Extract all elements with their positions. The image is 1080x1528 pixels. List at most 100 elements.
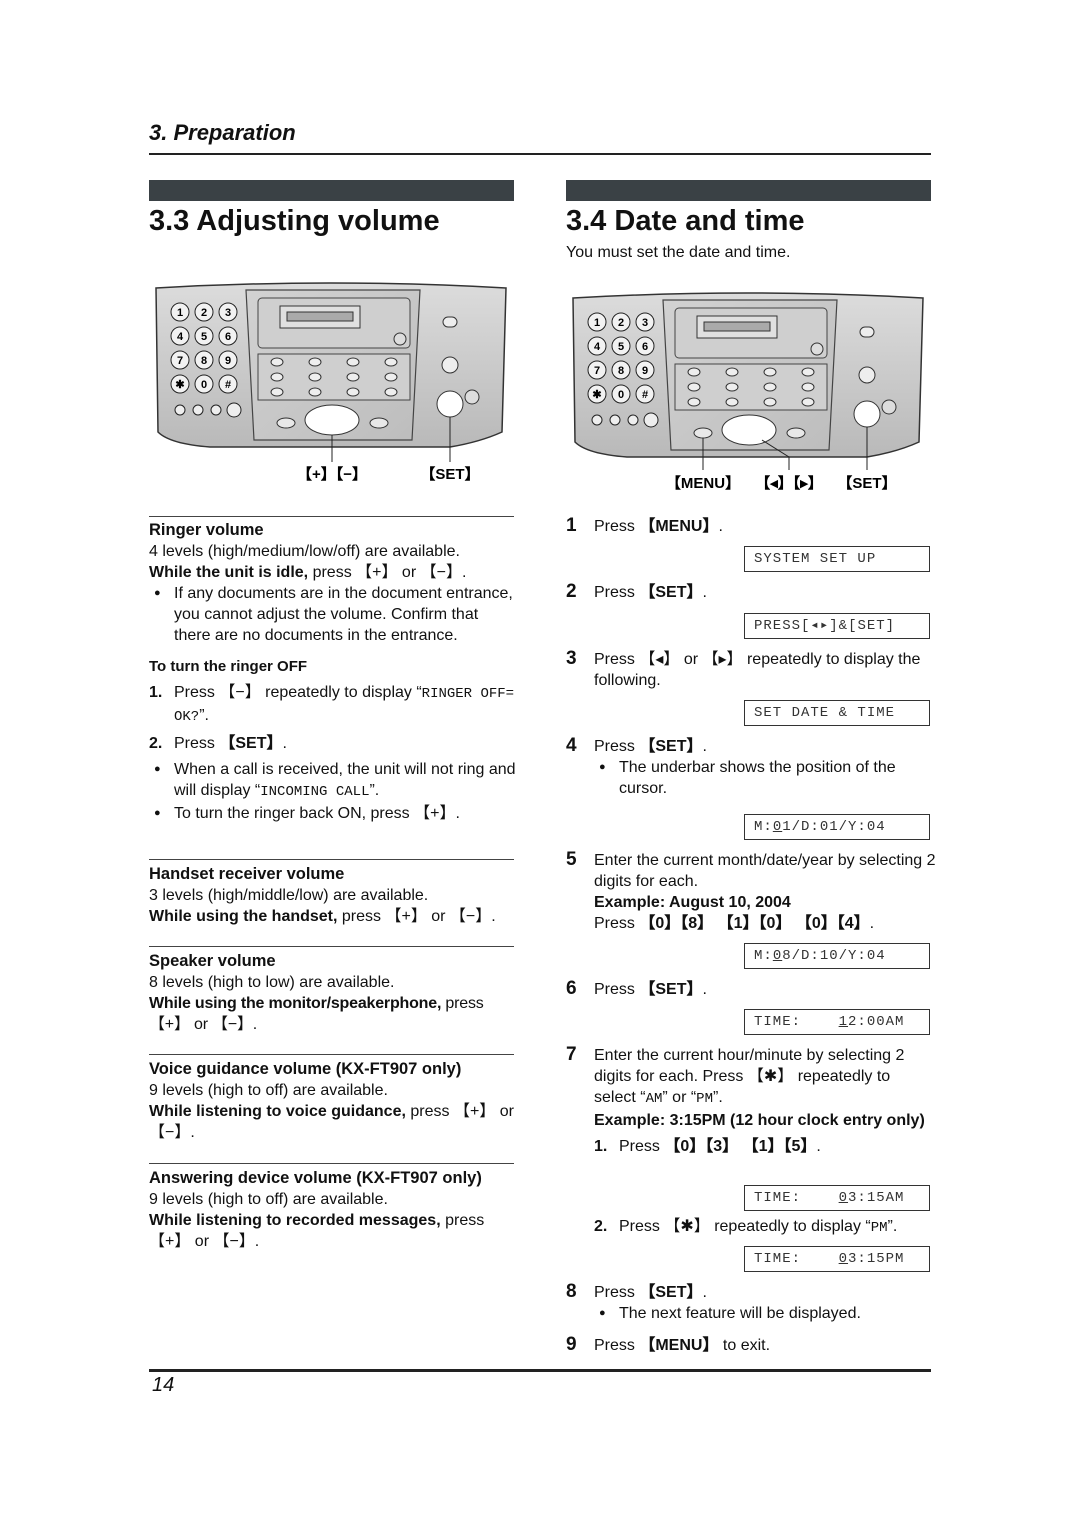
ringer-volume-heading: Ringer volume (149, 521, 264, 539)
dial-key-label: 9 (642, 365, 648, 377)
dial-key-label: 1 (177, 307, 183, 319)
answering-instruction: While listening to recorded messages, pr… (149, 1212, 485, 1250)
ringer-volume-section: Ringer volume 4 levels (high/medium/low/… (149, 520, 517, 824)
dial-key-label: 0 (201, 379, 207, 391)
speaker-volume-section: Speaker volume 8 levels (high to low) ar… (149, 951, 517, 1035)
one-touch-button (384, 357, 398, 367)
one-touch-button (270, 387, 284, 397)
one-touch-button (270, 372, 284, 382)
header-rule (149, 153, 931, 155)
speaker-volume-heading: Speaker volume (149, 952, 276, 970)
answering-device-section: Answering device volume (KX-FT907 only) … (149, 1168, 519, 1252)
dial-key-label: 9 (225, 355, 231, 367)
dial-key-label: 6 (225, 331, 231, 343)
voice-levels: 9 levels (high to off) are available. (149, 1082, 388, 1099)
function-button (627, 414, 639, 426)
handset-volume-heading: Handset receiver volume (149, 865, 345, 883)
ringer-off-heading: To turn the ringer OFF (149, 658, 308, 675)
dial-key-label: 8 (201, 355, 207, 367)
callout-menu: 【MENU】 (666, 474, 740, 492)
voice-instruction: While listening to voice guidance, press… (149, 1103, 514, 1141)
step-4: 4 Press 【SET】. The underbar shows the po… (566, 735, 936, 799)
page-number: 14 (152, 1374, 175, 1396)
ringer-off-step-1: 1. Press 【−】 repeatedly to display “RINGE… (149, 684, 515, 725)
dial-key-label: 5 (201, 331, 207, 343)
one-touch-button (687, 367, 701, 377)
dial-key-label: # (225, 379, 231, 391)
section-title-volume: 3.3 Adjusting volume (149, 205, 440, 237)
dial-key-label: 2 (618, 317, 624, 329)
dial-key-label: 3 (225, 307, 231, 319)
one-touch-button (270, 357, 284, 367)
fax-panel-illustration-right: 1 2 3 4 5 6 7 8 9 ✱ 0 # 【MENU】 【◂】【▸】 【SET】 (572, 292, 924, 492)
step-6: 6 Press 【SET】. (566, 978, 707, 999)
step-2: 2 Press 【SET】. (566, 581, 707, 602)
function-button (174, 404, 186, 416)
one-touch-button (687, 397, 701, 407)
ringer-off-note-1: When a call is received, the unit will n… (149, 759, 517, 803)
section-bar-left (149, 180, 514, 201)
one-touch-button (763, 382, 777, 392)
lcd-display: TIME: 03:15PM (744, 1246, 930, 1272)
dial-key-label: 4 (177, 331, 184, 343)
one-touch-button (384, 387, 398, 397)
dial-key-label: 3 (642, 317, 648, 329)
dial-key-label: 2 (201, 307, 207, 319)
ringer-levels: 4 levels (high/medium/low/off) are avail… (149, 543, 460, 560)
function-button (643, 412, 659, 428)
one-touch-button (308, 372, 322, 382)
one-touch-button (763, 397, 777, 407)
chapter-heading: 3. Preparation (149, 120, 296, 145)
divider (149, 1054, 514, 1055)
function-button (226, 402, 242, 418)
one-touch-button (346, 372, 360, 382)
step-7-substep-2: 2. Press 【✱】 repeatedly to display “PM”. (594, 1218, 898, 1236)
ringer-note: If any documents are in the document ent… (149, 583, 517, 646)
lcd-display: PRESS[◂▸]&[SET] (744, 613, 930, 639)
speaker-levels: 8 levels (high to low) are available. (149, 974, 395, 991)
dial-key-label: 6 (642, 341, 648, 353)
callout-set-right: 【SET】 (837, 474, 896, 492)
one-touch-button (384, 372, 398, 382)
voice-guidance-section: Voice guidance volume (KX-FT907 only) 9 … (149, 1059, 517, 1143)
dial-key-label: ✱ (592, 389, 601, 401)
lcd-display: M:08/D:10/Y:04 (744, 943, 930, 969)
one-touch-button (801, 367, 815, 377)
section-bar-right (566, 180, 931, 201)
lcd-display: TIME: 03:15AM (744, 1185, 930, 1211)
lcd-display: M:01/D:01/Y:04 (744, 814, 930, 840)
divider (149, 516, 514, 517)
function-button (192, 404, 204, 416)
one-touch-button (725, 397, 739, 407)
ringer-instruction: While the unit is idle, press 【+】 or 【−】… (149, 564, 467, 581)
function-button (609, 414, 621, 426)
section-title-date-time: 3.4 Date and time (566, 205, 805, 237)
dial-key-label: 1 (594, 317, 600, 329)
one-touch-button (801, 397, 815, 407)
ringer-off-note-2: To turn the ringer back ON, press 【+】. (149, 803, 517, 824)
dial-key-label: 0 (618, 389, 624, 401)
answering-levels: 9 levels (high to off) are available. (149, 1191, 388, 1208)
step-1: 1 Press 【MENU】. (566, 515, 723, 536)
step-3: 3 Press 【◂】 or 【▸】 repeatedly to display… (566, 648, 921, 689)
dial-key-label: 8 (618, 365, 624, 377)
answering-device-heading: Answering device volume (KX-FT907 only) (149, 1169, 482, 1187)
dial-key-label: 4 (594, 341, 601, 353)
one-touch-button (346, 387, 360, 397)
intro-text: You must set the date and time. (566, 244, 791, 261)
handset-levels: 3 levels (high/middle/low) are available… (149, 887, 429, 904)
callout-plus-minus: 【+】【−】 (297, 465, 367, 483)
step-7: 7 Enter the current hour/minute by selec… (566, 1044, 925, 1155)
function-button (591, 414, 603, 426)
one-touch-button (725, 367, 739, 377)
callout-set: 【SET】 (420, 465, 479, 483)
speaker-instruction: While using the monitor/speakerphone, pr… (149, 995, 484, 1033)
step-9: 9 Press 【MENU】 to exit. (566, 1334, 771, 1355)
one-touch-button (763, 367, 777, 377)
divider (149, 859, 514, 860)
dial-key-label: 5 (618, 341, 624, 353)
function-button (210, 404, 222, 416)
one-touch-button (687, 382, 701, 392)
lcd-display: SET DATE & TIME (744, 700, 930, 726)
handset-instruction: While using the handset, press 【+】 or 【−… (149, 908, 496, 925)
